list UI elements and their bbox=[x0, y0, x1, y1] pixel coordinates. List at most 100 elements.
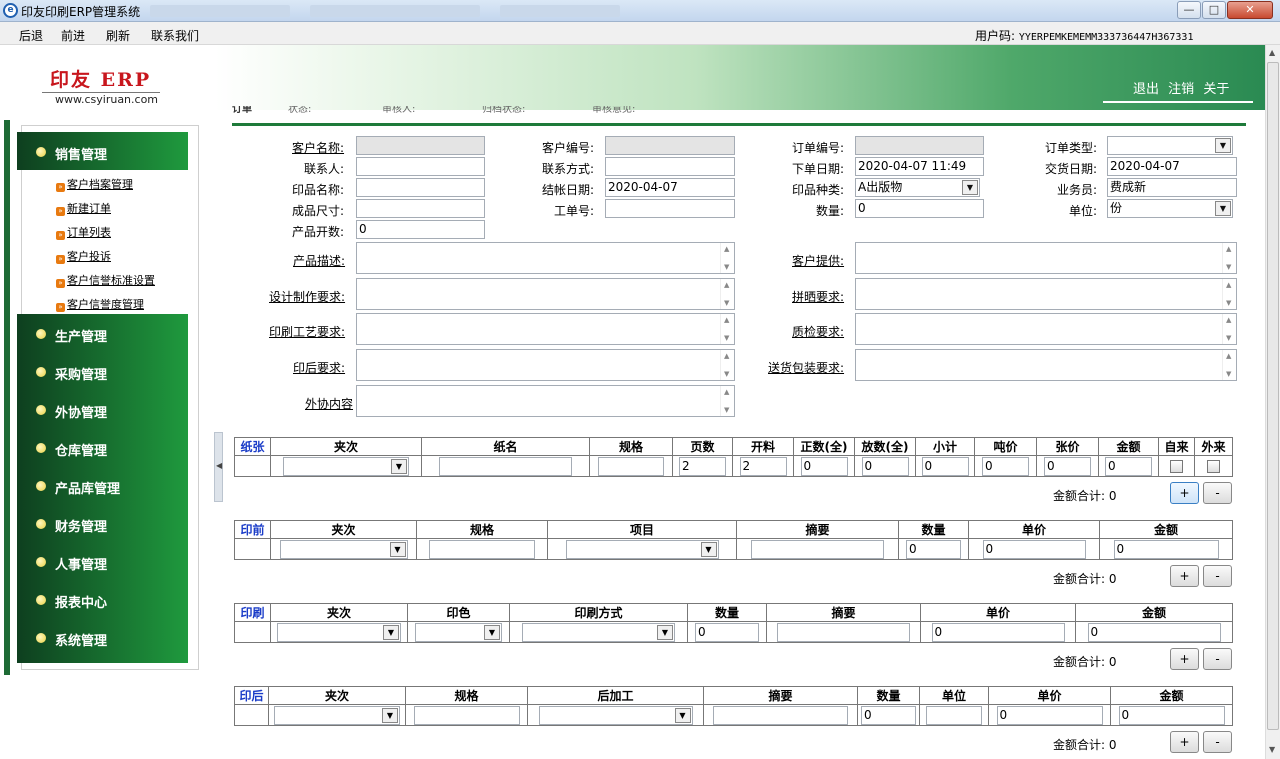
scroll-up-icon[interactable]: ▲ bbox=[724, 316, 729, 324]
salesman-input[interactable]: 费成新 bbox=[1107, 178, 1237, 197]
sidebar-section-outsource[interactable]: 外协管理 bbox=[17, 390, 188, 428]
print-type-select[interactable]: A出版物 ▼ bbox=[855, 178, 980, 197]
maximize-button[interactable]: □ bbox=[1202, 1, 1226, 19]
design-req-label[interactable]: 设计制作要求: bbox=[269, 288, 345, 305]
textarea-scrollbar[interactable]: ▲ ▼ bbox=[720, 386, 734, 416]
batch-select[interactable]: ▼ bbox=[283, 456, 409, 476]
sidebar-section-sales[interactable]: 销售管理 bbox=[17, 132, 188, 170]
sidebar-collapse-handle[interactable]: ◀ bbox=[214, 432, 223, 502]
scroll-up-icon[interactable]: ▲ bbox=[1226, 281, 1231, 289]
contact-menu[interactable]: 联系我们 bbox=[151, 27, 199, 44]
sidebar-section-system[interactable]: 系统管理 bbox=[17, 618, 188, 656]
logout-link[interactable]: 退出 bbox=[1133, 82, 1159, 97]
chevron-down-icon[interactable]: ▼ bbox=[383, 624, 399, 640]
customer-supply-textarea[interactable]: ▲ ▼ bbox=[855, 242, 1237, 274]
scroll-up-icon[interactable]: ▲ bbox=[724, 352, 729, 360]
external-checkbox[interactable] bbox=[1207, 460, 1220, 473]
sidebar-item-order-list[interactable]: » 订单列表 bbox=[56, 224, 111, 240]
finished-size-input[interactable] bbox=[356, 199, 485, 218]
unit-select[interactable]: 份 ▼ bbox=[1107, 199, 1233, 218]
scroll-thumb[interactable] bbox=[1267, 62, 1279, 730]
batch-select[interactable]: ▼ bbox=[279, 539, 408, 559]
back-menu[interactable]: 后退 bbox=[19, 27, 43, 44]
self-supply-checkbox[interactable] bbox=[1170, 460, 1183, 473]
prepress-remove-button[interactable]: - bbox=[1203, 565, 1232, 587]
contact-input[interactable] bbox=[356, 157, 485, 176]
order-type-select[interactable]: ▼ bbox=[1107, 136, 1233, 155]
customer-no-input[interactable] bbox=[605, 136, 735, 155]
batch-select[interactable]: ▼ bbox=[277, 622, 401, 642]
scroll-up-icon[interactable]: ▲ bbox=[724, 245, 729, 253]
delivery-req-label[interactable]: 送货包装要求: bbox=[768, 359, 844, 376]
sidebar-item-customer-archive[interactable]: » 客户档案管理 bbox=[56, 176, 133, 192]
item-select[interactable]: ▼ bbox=[565, 539, 719, 559]
sidebar-item-complaint[interactable]: » 客户投诉 bbox=[56, 248, 111, 264]
product-desc-label[interactable]: 产品描述: bbox=[293, 252, 345, 269]
textarea-scrollbar[interactable]: ▲ ▼ bbox=[1222, 350, 1236, 380]
print-req-textarea[interactable]: ▲ ▼ bbox=[356, 313, 735, 345]
sidebar-section-purchase[interactable]: 采购管理 bbox=[17, 352, 188, 390]
spec-input[interactable] bbox=[598, 456, 664, 476]
qty-input[interactable]: 0 bbox=[906, 539, 961, 559]
outsource-label[interactable]: 外协内容 bbox=[305, 395, 353, 412]
scroll-up-icon[interactable]: ▲ bbox=[1269, 48, 1275, 57]
job-no-input[interactable] bbox=[605, 199, 735, 218]
sidebar-section-reports[interactable]: 报表中心 bbox=[17, 580, 188, 618]
sidebar-item-credit-manage[interactable]: » 客户信誉度管理 bbox=[56, 296, 144, 312]
order-date-input[interactable]: 2020-04-07 11:49 bbox=[855, 157, 984, 176]
prepress-add-button[interactable]: + bbox=[1170, 565, 1199, 587]
textarea-scrollbar[interactable]: ▲ ▼ bbox=[1222, 314, 1236, 344]
chevron-down-icon[interactable]: ▼ bbox=[1215, 201, 1231, 216]
page-scrollbar[interactable]: ▲ ▼ bbox=[1265, 45, 1280, 759]
customer-supply-label[interactable]: 客户提供: bbox=[792, 252, 844, 269]
unit-input[interactable] bbox=[926, 705, 982, 725]
printing-remove-button[interactable]: - bbox=[1203, 648, 1232, 670]
scroll-down-icon[interactable]: ▼ bbox=[1269, 745, 1275, 754]
outsource-textarea[interactable]: ▲ ▼ bbox=[356, 385, 735, 417]
post-req-textarea[interactable]: ▲ ▼ bbox=[356, 349, 735, 381]
sidebar-item-new-order[interactable]: » 新建订单 bbox=[56, 200, 111, 216]
summary-input[interactable] bbox=[713, 705, 848, 725]
chevron-down-icon[interactable]: ▼ bbox=[484, 624, 500, 640]
textarea-scrollbar[interactable]: ▲ ▼ bbox=[1222, 279, 1236, 309]
chevron-down-icon[interactable]: ▼ bbox=[962, 180, 978, 195]
qc-req-textarea[interactable]: ▲ ▼ bbox=[855, 313, 1237, 345]
amount-input[interactable]: 0 bbox=[1105, 456, 1152, 476]
scroll-down-icon[interactable]: ▼ bbox=[1226, 370, 1231, 378]
post-process-select[interactable]: ▼ bbox=[538, 705, 693, 725]
delivery-date-input[interactable]: 2020-04-07 bbox=[1107, 157, 1237, 176]
chevron-down-icon[interactable]: ▼ bbox=[674, 707, 691, 723]
open-count-input[interactable]: 0 bbox=[356, 220, 485, 239]
print-name-input[interactable] bbox=[356, 178, 485, 197]
chevron-down-icon[interactable]: ▼ bbox=[389, 541, 406, 557]
sidebar-section-product-store[interactable]: 产品库管理 bbox=[17, 466, 188, 504]
order-no-input[interactable] bbox=[855, 136, 984, 155]
postpress-remove-button[interactable]: - bbox=[1203, 731, 1232, 753]
scroll-down-icon[interactable]: ▼ bbox=[724, 406, 729, 414]
print-method-select[interactable]: ▼ bbox=[522, 622, 675, 642]
design-req-textarea[interactable]: ▲ ▼ bbox=[356, 278, 735, 310]
textarea-scrollbar[interactable]: ▲ ▼ bbox=[720, 314, 734, 344]
scroll-up-icon[interactable]: ▲ bbox=[1226, 316, 1231, 324]
printing-add-button[interactable]: + bbox=[1170, 648, 1199, 670]
textarea-scrollbar[interactable]: ▲ ▼ bbox=[720, 350, 734, 380]
price-input[interactable]: 0 bbox=[931, 622, 1065, 642]
chevron-down-icon[interactable]: ▼ bbox=[657, 624, 673, 640]
amount-input[interactable]: 0 bbox=[1113, 539, 1219, 559]
delivery-req-textarea[interactable]: ▲ ▼ bbox=[855, 349, 1237, 381]
sidebar-section-production[interactable]: 生产管理 bbox=[17, 314, 188, 352]
refresh-menu[interactable]: 刷新 bbox=[106, 27, 130, 44]
qc-req-label[interactable]: 质检要求: bbox=[792, 323, 844, 340]
sidebar-section-warehouse[interactable]: 仓库管理 bbox=[17, 428, 188, 466]
postpress-add-button[interactable]: + bbox=[1170, 731, 1199, 753]
contact-way-input[interactable] bbox=[605, 157, 735, 176]
subtotal-input[interactable]: 0 bbox=[921, 456, 969, 476]
scroll-down-icon[interactable]: ▼ bbox=[1226, 334, 1231, 342]
qty-input[interactable]: 0 bbox=[695, 622, 759, 642]
extra-input[interactable]: 0 bbox=[861, 456, 909, 476]
scroll-down-icon[interactable]: ▼ bbox=[724, 299, 729, 307]
sidebar-item-credit-standard[interactable]: » 客户信誉标准设置 bbox=[56, 272, 155, 288]
print-req-label[interactable]: 印刷工艺要求: bbox=[269, 323, 345, 340]
sheet-price-input[interactable]: 0 bbox=[1044, 456, 1091, 476]
imposition-req-label[interactable]: 拼晒要求: bbox=[792, 288, 844, 305]
